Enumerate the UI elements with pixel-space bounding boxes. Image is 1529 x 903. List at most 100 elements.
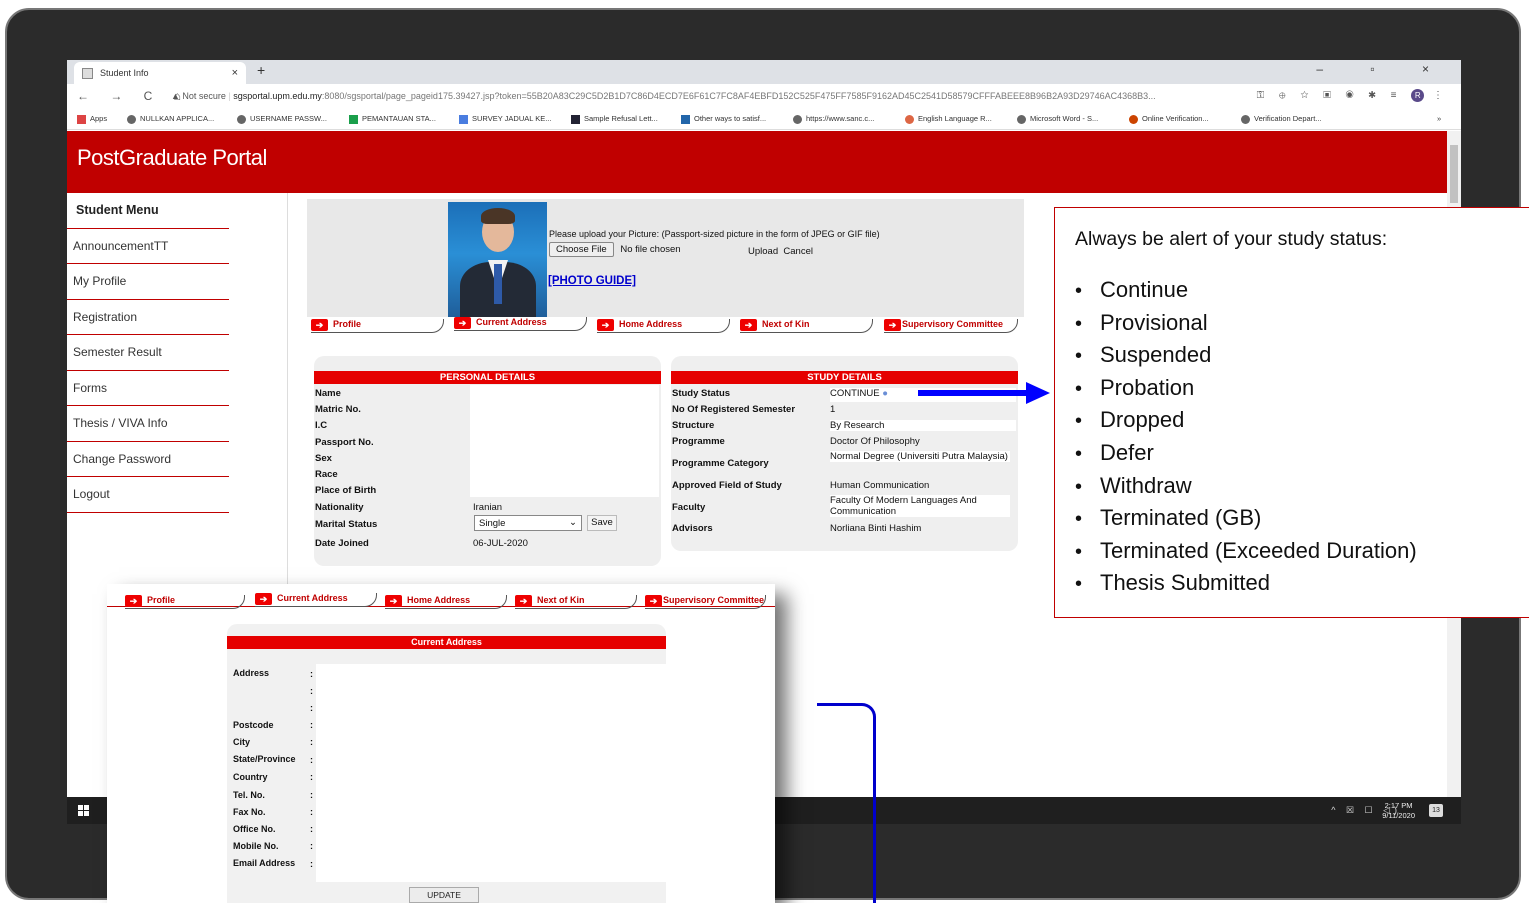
close-tab-icon[interactable]: × xyxy=(232,62,238,84)
current-address-overlay: ➔ Profile ➔ Current Address ➔ Home Address … xyxy=(107,584,775,903)
personal-details-panel: PERSONAL DETAILS Name Matric No. I.C Pas… xyxy=(314,356,661,566)
value-faculty: Faculty Of Modern Languages And Communic… xyxy=(830,495,1010,517)
label-email: Email Address xyxy=(233,858,296,868)
globe-icon xyxy=(1241,114,1250,124)
taskbar-clock[interactable]: 2:17 PM 9/11/2020 xyxy=(1382,801,1415,821)
value-structure: By Research xyxy=(830,420,1016,431)
label-office: Office No. xyxy=(233,824,276,834)
study-details-panel: STUDY DETAILS Study Status CONTINUE ● No… xyxy=(671,356,1018,551)
browser-tab[interactable]: Student Info × xyxy=(74,62,246,84)
value-advisors: Norliana Binti Hashim xyxy=(830,523,922,534)
label-programme: Programme xyxy=(672,436,725,447)
upload-button[interactable]: Upload xyxy=(748,246,778,257)
not-secure-badge[interactable]: ▲ Not secure xyxy=(171,91,226,101)
bookmark-item[interactable]: https://www.sanc.c... xyxy=(793,114,874,124)
status-list: Continue Provisional Suspended Probation… xyxy=(1075,277,1417,603)
label-mobile: Mobile No. xyxy=(233,841,279,851)
tab-next-of-kin[interactable]: ➔ Next of Kin xyxy=(740,319,873,333)
portal-title: PostGraduate Portal xyxy=(77,145,267,170)
sidebar-item-thesis-viva[interactable]: Thesis / VIVA Info xyxy=(67,406,229,442)
arrow-icon: ➔ xyxy=(597,319,614,331)
label-study-status: Study Status xyxy=(672,388,731,399)
sidebar-item-announcement[interactable]: AnnouncementTT xyxy=(67,229,229,264)
bookmark-item[interactable]: Microsoft Word - S... xyxy=(1017,114,1098,124)
label-passport: Passport No. xyxy=(315,437,374,448)
label-registered-semester: No Of Registered Semester xyxy=(672,404,796,415)
notification-icon[interactable]: 13 xyxy=(1429,804,1443,817)
bookmark-item[interactable]: NULLKAN APPLICA... xyxy=(127,114,214,124)
save-button[interactable]: Save xyxy=(587,515,617,531)
toolbar-icons[interactable]: ⚿ ⊕ ☆ ▣ ◉ ✱ ≡ R ⋮ xyxy=(1257,89,1449,102)
sidebar-item-semester-result[interactable]: Semester Result xyxy=(67,335,229,371)
apps-icon xyxy=(77,114,86,124)
status-item: Continue xyxy=(1075,277,1417,310)
new-tab-button[interactable]: + xyxy=(257,62,265,78)
tab-home-address[interactable]: ➔ Home Address xyxy=(385,595,507,609)
label-birthplace: Place of Birth xyxy=(315,485,377,496)
url-field[interactable]: ▲ Not secure | sgsportal.upm.edu.my:8080… xyxy=(171,88,1331,104)
annotation-arrow xyxy=(918,390,1030,396)
bookmark-item[interactable]: PEMANTAUAN STA... xyxy=(349,114,436,124)
tab-next-of-kin[interactable]: ➔ Next of Kin xyxy=(515,595,637,609)
tab-home-address[interactable]: ➔ Home Address xyxy=(597,319,730,333)
status-item: Provisional xyxy=(1075,310,1417,343)
label-race: Race xyxy=(315,469,338,480)
address-fields-area[interactable] xyxy=(316,664,666,882)
photo-upload-panel: Please upload your Picture: (Passport-si… xyxy=(307,199,1024,317)
marital-status-select[interactable]: Single ⌄ xyxy=(474,515,582,531)
sidebar-item-logout[interactable]: Logout xyxy=(67,477,229,513)
label-marital: Marital Status xyxy=(315,519,378,530)
bookmark-item[interactable]: Apps xyxy=(77,114,107,124)
bookmark-item[interactable]: SURVEY JADUAL KE... xyxy=(459,114,551,124)
document-icon xyxy=(681,114,690,124)
tab-profile[interactable]: ➔ Profile xyxy=(311,319,444,333)
photo-guide-link[interactable]: [PHOTO GUIDE] xyxy=(548,275,636,287)
sidebar-item-my-profile[interactable]: My Profile xyxy=(67,264,229,300)
upload-actions: Upload Cancel xyxy=(748,246,813,257)
arrow-icon: ➔ xyxy=(311,319,328,331)
bookmark-item[interactable]: USERNAME PASSW... xyxy=(237,114,327,124)
scroll-thumb[interactable] xyxy=(1450,145,1458,203)
value-programme-category: Normal Degree (Universiti Putra Malaysia… xyxy=(830,451,1010,462)
sidebar-item-forms[interactable]: Forms xyxy=(67,371,229,406)
label-name: Name xyxy=(315,388,341,399)
label-address: Address xyxy=(233,668,270,678)
window-controls[interactable]: – ▫ × xyxy=(1316,62,1451,76)
sidebar-item-change-password[interactable]: Change Password xyxy=(67,442,229,477)
favicon-icon xyxy=(82,68,93,79)
status-item: Terminated (GB) xyxy=(1075,505,1417,538)
cancel-button[interactable]: Cancel xyxy=(783,246,813,257)
bookmarks-more-button[interactable]: » xyxy=(1437,114,1441,123)
tab-current-address[interactable]: ➔ Current Address xyxy=(454,317,587,331)
tab-current-address[interactable]: ➔ Current Address xyxy=(255,593,377,607)
label-programme-category: Programme Category xyxy=(672,458,769,469)
bookmark-item[interactable]: Other ways to satisf... xyxy=(681,114,766,124)
label-nationality: Nationality xyxy=(315,502,364,513)
globe-icon xyxy=(1017,114,1026,124)
current-address-panel: Current Address Address Postcode City St… xyxy=(227,624,666,903)
tab-supervisory-committee[interactable]: ➔ Supervisory Committee xyxy=(645,595,766,609)
bookmark-item[interactable]: Sample Refusal Lett... xyxy=(571,114,658,124)
globe-icon xyxy=(793,114,802,124)
choose-file-button[interactable]: Choose File xyxy=(549,242,614,257)
bookmark-item[interactable]: Online Verification... xyxy=(1129,114,1209,124)
bookmark-item[interactable]: English Language R... xyxy=(905,114,992,124)
tab-title: Student Info xyxy=(100,68,149,78)
tab-supervisory-committee[interactable]: ➔ Supervisory Committee xyxy=(884,319,1018,333)
annotation-connector xyxy=(817,703,876,903)
profile-avatar[interactable]: R xyxy=(1411,89,1425,102)
arrow-icon: ➔ xyxy=(740,319,757,331)
sidebar-item-registration[interactable]: Registration xyxy=(67,300,229,335)
arrow-icon: ➔ xyxy=(125,595,142,607)
label-faculty: Faculty xyxy=(672,502,706,513)
bookmark-item[interactable]: Verification Depart... xyxy=(1241,114,1322,124)
tab-profile[interactable]: ➔ Profile xyxy=(125,595,245,609)
info-icon[interactable]: ● xyxy=(882,388,888,399)
file-input: Choose File No file chosen xyxy=(549,242,681,257)
windows-start-icon[interactable] xyxy=(78,805,89,816)
value-nationality: Iranian xyxy=(473,502,503,513)
update-button[interactable]: UPDATE xyxy=(409,887,479,903)
portal-header: PostGraduate Portal xyxy=(67,131,1447,193)
overlay-tab-row: ➔ Profile ➔ Current Address ➔ Home Address … xyxy=(107,587,775,609)
address-bar: ← → C ⌂ ▲ Not secure | sgsportal.upm.edu… xyxy=(67,84,1461,108)
